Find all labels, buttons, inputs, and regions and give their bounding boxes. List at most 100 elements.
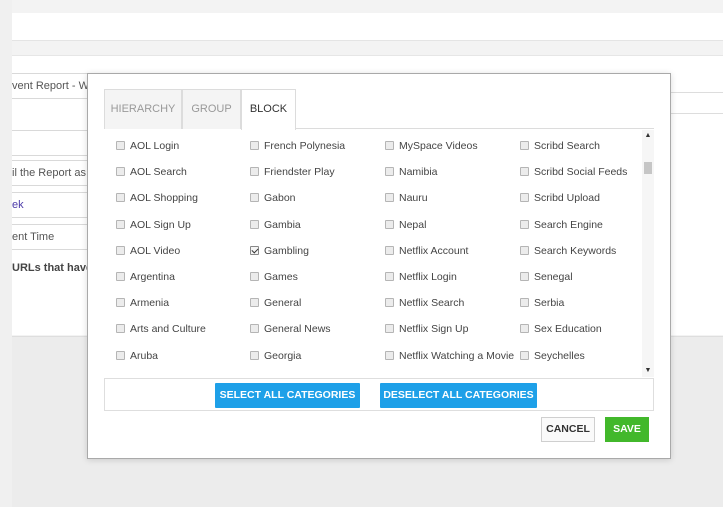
blank-field[interactable] [12,130,88,156]
category-checkbox[interactable] [116,298,125,308]
category-column: Scribd Search Scribd Social Feeds Scribd U… [520,130,654,366]
category-checkbox[interactable] [116,193,125,203]
category-checkbox[interactable] [385,245,394,255]
category-checkbox[interactable] [250,219,259,229]
category-item[interactable]: Search Engine [520,209,654,235]
category-item[interactable]: Seychelles [520,340,654,366]
category-checkbox[interactable] [520,167,529,177]
category-checkbox[interactable] [250,298,259,308]
category-checkbox[interactable] [520,350,529,360]
category-item[interactable]: General News [250,313,384,339]
category-item[interactable]: AOL Login [116,130,250,156]
scroll-up-arrow-icon[interactable]: ▲ [642,130,654,142]
category-label: Serbia [534,297,565,310]
category-checkbox[interactable] [385,298,394,308]
category-item[interactable]: Gambia [250,209,384,235]
category-item[interactable]: Namibia [385,156,519,182]
link-field[interactable]: ek [12,192,88,218]
category-item[interactable]: Arts and Culture [116,313,250,339]
category-column: French Polynesia Friendster Play Gabon Gamb… [250,130,384,366]
category-label: AOL Shopping [130,192,198,205]
category-checkbox[interactable] [116,271,125,281]
category-checkbox[interactable] [250,271,259,281]
category-column: MySpace Videos Namibia Nauru Nepal Netflix A… [385,130,519,374]
category-checkbox[interactable] [385,167,394,177]
category-item[interactable]: AOL Search [116,156,250,182]
scroll-down-arrow-icon[interactable]: ▼ [642,365,654,377]
category-item[interactable]: Netflix Search [385,287,519,313]
category-checkbox[interactable] [520,298,529,308]
category-checkbox[interactable] [385,350,394,360]
category-checkbox[interactable] [116,219,125,229]
category-item[interactable]: Friendster Play [250,156,384,182]
tab-block[interactable]: BLOCK [241,89,296,130]
save-button[interactable]: SAVE [605,417,649,442]
category-item[interactable]: Georgia [250,340,384,366]
scroll-thumb[interactable] [644,162,652,174]
category-checkbox[interactable] [116,141,125,150]
category-item[interactable]: Argentina [116,261,250,287]
category-checkbox[interactable] [250,167,259,177]
category-checkbox[interactable] [520,193,529,203]
category-checkbox[interactable] [520,141,529,150]
category-label: Search Keywords [534,244,617,257]
time-field[interactable]: ent Time [12,224,88,250]
deselect-all-categories-button[interactable]: DESELECT ALL CATEGORIES [380,383,537,408]
category-label: Senegal [534,270,573,283]
category-item[interactable]: General [250,287,384,313]
category-checkbox[interactable] [385,193,394,203]
category-checkbox[interactable] [250,350,259,360]
category-label: AOL Video [130,244,181,257]
email-report-field[interactable]: il the Report as A [12,160,88,186]
category-item[interactable]: Netflix Watching a Movie [385,340,519,374]
category-checkbox[interactable] [520,324,529,334]
category-checkbox[interactable] [116,167,125,177]
category-item[interactable]: AOL Video [116,235,250,261]
category-checkbox[interactable] [250,193,259,203]
category-checkbox[interactable] [116,324,125,334]
select-all-categories-button[interactable]: SELECT ALL CATEGORIES [215,383,360,408]
category-item[interactable]: Gabon [250,182,384,208]
category-item[interactable]: Sex Education [520,313,654,339]
category-item[interactable]: Nauru [385,182,519,208]
category-checkbox[interactable] [520,219,529,229]
category-item[interactable]: Scribd Search [520,130,654,156]
cancel-button[interactable]: CANCEL [541,417,595,442]
category-item[interactable]: French Polynesia [250,130,384,156]
category-item[interactable]: Senegal [520,261,654,287]
category-item[interactable]: Scribd Upload [520,182,654,208]
category-checkbox[interactable] [520,245,529,255]
category-item[interactable]: Games [250,261,384,287]
category-label: Sex Education [534,323,602,336]
category-checkbox[interactable] [520,271,529,281]
report-name-field[interactable]: vent Report - We [12,73,88,99]
category-item[interactable]: Netflix Login [385,261,519,287]
tab-hierarchy[interactable]: HIERARCHY [104,89,182,129]
category-item[interactable]: MySpace Videos [385,130,519,156]
category-scrollbar[interactable]: ▲ ▼ [642,130,654,377]
category-item[interactable]: Gambling [250,235,384,261]
category-checkbox[interactable] [116,245,125,255]
category-item[interactable]: Search Keywords [520,235,654,261]
tab-group[interactable]: GROUP [182,89,241,129]
category-checkbox[interactable] [250,245,259,255]
category-item[interactable]: AOL Sign Up [116,209,250,235]
category-item[interactable]: AOL Shopping [116,182,250,208]
category-dialog: HIERARCHY GROUP BLOCK AOL Login AOL Searc… [87,73,671,459]
category-checkbox[interactable] [116,350,125,360]
category-label: Netflix Search [399,297,465,310]
category-item[interactable]: Aruba [116,340,250,366]
category-checkbox[interactable] [250,324,259,334]
category-checkbox[interactable] [385,271,394,281]
report-link[interactable]: ek [12,193,24,217]
category-item[interactable]: Armenia [116,287,250,313]
category-item[interactable]: Netflix Sign Up [385,313,519,339]
category-checkbox[interactable] [385,324,394,334]
category-item[interactable]: Netflix Account [385,235,519,261]
category-item[interactable]: Nepal [385,209,519,235]
category-checkbox[interactable] [385,219,394,229]
category-item[interactable]: Serbia [520,287,654,313]
category-checkbox[interactable] [385,141,394,150]
category-item[interactable]: Scribd Social Feeds [520,156,654,182]
category-checkbox[interactable] [250,141,259,150]
